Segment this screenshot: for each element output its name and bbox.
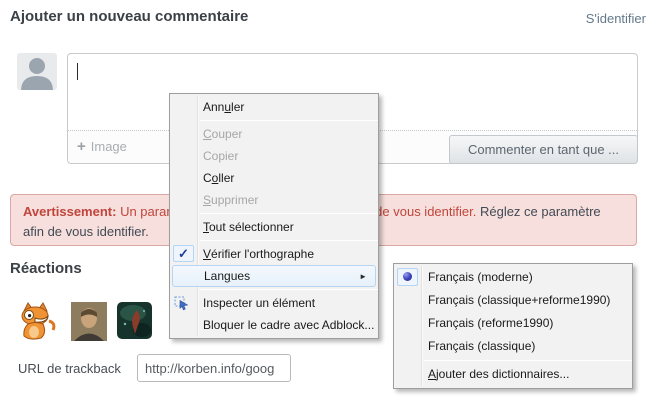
reaction-avatar-artwork[interactable] <box>117 302 152 339</box>
submenu-item-francais-reforme1990[interactable]: Français (reforme1990) <box>394 312 632 335</box>
menu-separator <box>200 120 378 121</box>
languages-submenu: Français (moderne) Français (classique+r… <box>393 263 633 389</box>
menu-item-tout-selectionner[interactable]: Tout sélectionner <box>170 216 378 238</box>
submenu-item-ajouter-dictionnaires[interactable]: Ajouter des dictionnaires... <box>394 363 632 386</box>
submenu-item-francais-moderne[interactable]: Français (moderne) <box>394 266 632 289</box>
trackback-label: URL de trackback <box>18 361 121 376</box>
reaction-avatar-cat[interactable] <box>16 302 57 341</box>
radio-selected-icon <box>403 272 412 281</box>
menu-item-supprimer: Supprimer <box>170 189 378 211</box>
context-menu: Annuler Couper Copier Coller Supprimer T… <box>169 93 379 339</box>
comment-as-button[interactable]: Commenter en tant que ... <box>449 135 638 164</box>
attach-image-button[interactable]: +Image <box>77 138 127 155</box>
reaction-avatar-portrait[interactable] <box>71 302 107 341</box>
submenu-item-francais-classique[interactable]: Français (classique) <box>394 335 632 358</box>
menu-item-coller[interactable]: Coller <box>170 167 378 189</box>
signin-link[interactable]: S'identifier <box>586 11 646 26</box>
reactions-title: Réactions <box>10 260 82 277</box>
trackback-url-input[interactable] <box>137 354 291 382</box>
page-title: Ajouter un nouveau commentaire <box>10 8 248 25</box>
user-avatar-placeholder <box>17 53 57 90</box>
menu-item-couper: Couper <box>170 123 378 145</box>
menu-item-annuler[interactable]: Annuler <box>170 96 378 118</box>
menu-separator <box>200 213 378 214</box>
submenu-arrow-icon: ► <box>359 266 367 288</box>
menu-item-verifier-orthographe[interactable]: ✓ Vérifier l'orthographe <box>170 243 378 265</box>
user-silhouette-icon <box>17 77 57 90</box>
text-caret <box>77 63 78 80</box>
menu-item-bloquer-adblock[interactable]: Bloquer le cadre avec Adblock... <box>170 314 378 336</box>
submenu-item-francais-classique-reforme1990[interactable]: Français (classique+reforme1990) <box>394 289 632 312</box>
menu-separator <box>200 289 378 290</box>
menu-item-langues[interactable]: Langues ► <box>172 265 376 287</box>
menu-separator <box>424 360 632 361</box>
check-icon: ✓ <box>174 246 193 262</box>
selected-state-frame <box>397 268 418 286</box>
plus-icon: + <box>77 138 86 155</box>
warning-prefix: Avertissement: <box>23 204 116 219</box>
menu-item-copier: Copier <box>170 145 378 167</box>
menu-item-inspecter-element[interactable]: Inspecter un élément <box>170 292 378 314</box>
menu-separator <box>200 240 378 241</box>
checked-state-frame: ✓ <box>173 245 194 262</box>
